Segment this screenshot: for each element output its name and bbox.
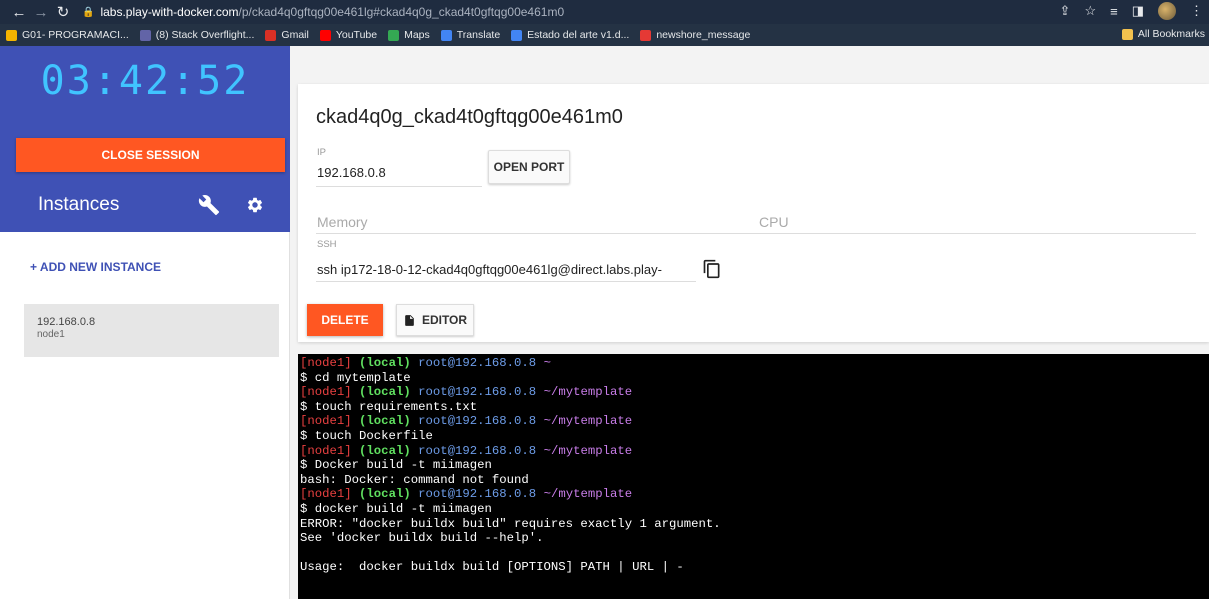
delete-button[interactable]: DELETE <box>307 304 383 336</box>
terminal-line: [node1] (local) root@192.168.0.8 ~/mytem… <box>300 443 633 458</box>
terminal-line: $ touch requirements.txt <box>300 399 478 414</box>
gmail-icon <box>265 29 277 41</box>
youtube-icon <box>319 29 331 41</box>
all-bookmarks[interactable]: All Bookmarks <box>1121 28 1205 40</box>
ip-underline <box>316 186 482 187</box>
instances-title: Instances <box>38 194 120 215</box>
folder-icon <box>1121 28 1133 40</box>
instance-ip: 192.168.0.8 <box>37 316 96 328</box>
newshore-icon <box>640 29 652 41</box>
menu-icon[interactable]: ⋮ <box>1190 3 1203 19</box>
address-bar[interactable]: 🔒 labs.play-with-docker.com/p/ckad4q0gft… <box>82 2 564 22</box>
terminal-line: [node1] (local) root@192.168.0.8 ~/mytem… <box>300 487 633 502</box>
instance-title: ckad4q0g_ckad4t0gftqg00e461m0 <box>316 106 623 128</box>
drive-icon <box>6 29 17 41</box>
add-new-instance-button[interactable]: + ADD NEW INSTANCE <box>30 260 161 274</box>
docs-icon <box>511 29 523 41</box>
cpu-underline <box>756 233 1196 234</box>
bookmark-item[interactable]: G01- PROGRAMACI... <box>6 29 129 41</box>
reading-list-icon[interactable]: ≡ <box>1110 4 1118 19</box>
bookmark-item[interactable]: YouTube <box>319 29 377 41</box>
bookmark-item[interactable]: Maps <box>388 29 430 41</box>
memory-underline <box>316 233 756 234</box>
terminal-line: $ Docker build -t miimagen <box>300 458 492 473</box>
main-panel: ckad4q0g_ckad4t0gftqg00e461m0 IP 192.168… <box>290 46 1209 599</box>
side-panel-icon[interactable]: ◨ <box>1132 3 1144 19</box>
bookmarks-bar: G01- PROGRAMACI... (8) Stack Overflight..… <box>0 24 1209 46</box>
lock-icon: 🔒 <box>82 6 95 18</box>
close-session-button[interactable]: CLOSE SESSION <box>16 138 285 172</box>
instance-name: node1 <box>37 329 65 340</box>
terminal-line: $ cd mytemplate <box>300 370 411 385</box>
terminal-line: [node1] (local) root@192.168.0.8 ~/mytem… <box>300 385 633 400</box>
terminal-line: See 'docker buildx build --help'. <box>300 531 544 546</box>
ip-label: IP <box>317 147 326 158</box>
ssh-underline <box>316 281 696 282</box>
session-timer: 03:42:52 <box>40 58 250 104</box>
sidebar-header: 03:42:52 CLOSE SESSION Instances <box>0 46 290 232</box>
memory-label: Memory <box>317 214 368 230</box>
ip-value: 192.168.0.8 <box>317 165 386 180</box>
star-icon[interactable]: ☆ <box>1084 3 1096 19</box>
wrench-icon[interactable] <box>198 194 220 216</box>
maps-icon <box>388 29 400 41</box>
copy-icon[interactable] <box>702 258 722 280</box>
editor-button[interactable]: EDITOR <box>396 304 474 336</box>
back-arrow-icon[interactable]: ← <box>8 1 30 23</box>
instance-item[interactable]: 192.168.0.8 node1 <box>24 304 279 357</box>
terminal-line: ERROR: "docker buildx build" requires ex… <box>300 516 721 531</box>
bookmark-item[interactable]: Translate <box>440 29 500 41</box>
forward-arrow-icon[interactable]: → <box>30 1 52 23</box>
sidebar: 03:42:52 CLOSE SESSION Instances + ADD N… <box>0 46 290 599</box>
open-port-button[interactable]: OPEN PORT <box>488 150 570 184</box>
terminal-line: $ docker build -t miimagen <box>300 501 492 516</box>
terminal-line: [node1] (local) root@192.168.0.8 ~/mytem… <box>300 414 633 429</box>
terminal-line: Usage: docker buildx build [OPTIONS] PAT… <box>300 560 684 575</box>
reload-icon[interactable]: ↻ <box>52 1 74 23</box>
ssh-command-field[interactable]: ssh ip172-18-0-12-ckad4q0gftqg00e461lg@d… <box>317 262 697 277</box>
bookmark-item[interactable]: Estado del arte v1.d... <box>511 29 629 41</box>
terminal[interactable]: [node1] (local) root@192.168.0.8 ~ $ cd m… <box>298 354 1209 599</box>
terminal-line: [node1] (local) root@192.168.0.8 ~ <box>300 356 551 370</box>
browser-toolbar: ← → ↻ 🔒 labs.play-with-docker.com/p/ckad… <box>0 0 1209 24</box>
bookmark-item[interactable]: (8) Stack Overflight... <box>139 29 254 41</box>
gear-icon[interactable] <box>246 196 264 214</box>
profile-avatar[interactable] <box>1158 2 1176 20</box>
share-icon[interactable]: ⇪ <box>1060 3 1071 19</box>
url-host: labs.play-with-docker.com <box>100 5 239 19</box>
file-icon <box>405 314 414 326</box>
bookmark-item[interactable]: Gmail <box>265 29 309 41</box>
bookmark-item[interactable]: newshore_message <box>640 29 750 41</box>
url-path: /p/ckad4q0gftqg00e461lg#ckad4q0g_ckad4t0… <box>238 5 565 19</box>
teams-icon <box>139 29 151 41</box>
terminal-line: bash: Docker: command not found <box>300 472 529 487</box>
ssh-label: SSH <box>317 239 337 250</box>
translate-icon <box>440 29 452 41</box>
terminal-line: $ touch Dockerfile <box>300 428 433 443</box>
cpu-label: CPU <box>759 214 789 230</box>
